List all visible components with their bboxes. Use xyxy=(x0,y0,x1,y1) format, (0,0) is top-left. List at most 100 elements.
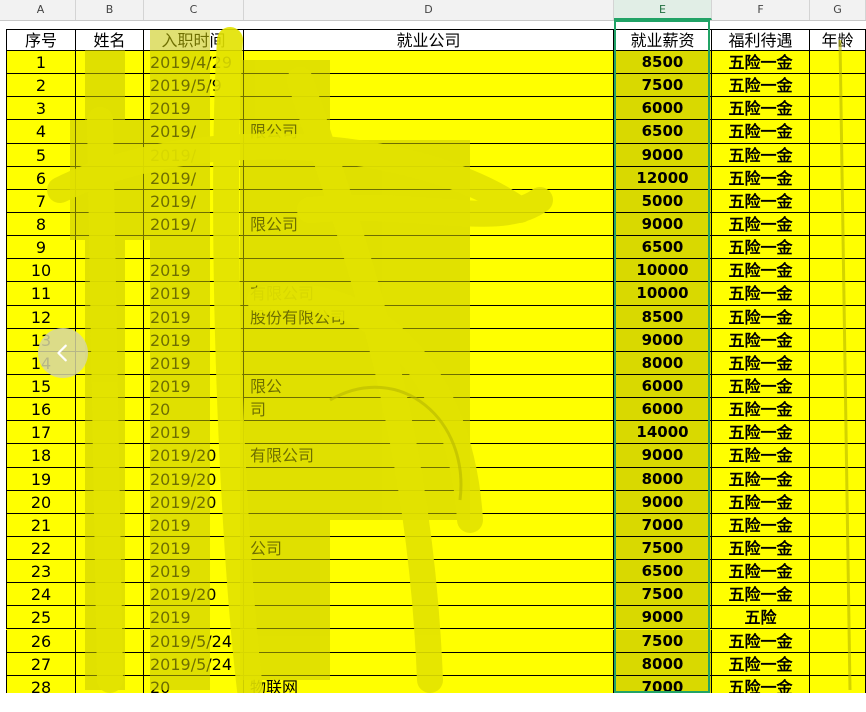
table-cell-g[interactable] xyxy=(810,374,866,399)
table-cell-d[interactable] xyxy=(244,583,614,607)
table-cell-a[interactable]: 25 xyxy=(6,606,76,630)
table-cell-e[interactable]: 8000 xyxy=(614,351,712,375)
table-cell-g[interactable] xyxy=(810,560,866,584)
table-cell-d[interactable] xyxy=(244,629,614,653)
table-cell-g[interactable] xyxy=(810,212,866,237)
column-letter-f[interactable]: F xyxy=(712,0,810,20)
table-cell-c[interactable]: 2019 xyxy=(144,560,244,584)
table-cell-c[interactable]: 2019/5/9 xyxy=(144,74,244,98)
header-cell[interactable]: 年龄 xyxy=(810,29,866,51)
table-cell-f[interactable]: 五险一金 xyxy=(712,236,810,260)
table-cell-e[interactable]: 6500 xyxy=(614,120,712,144)
table-cell-e[interactable]: 8000 xyxy=(614,467,712,491)
table-cell-d[interactable] xyxy=(244,74,614,98)
table-cell-d[interactable] xyxy=(244,97,614,121)
table-cell-f[interactable]: 五险一金 xyxy=(712,513,810,537)
table-cell-f[interactable]: 五险一金 xyxy=(712,536,810,561)
table-cell-d[interactable]: 限公司 xyxy=(244,212,614,237)
table-cell-a[interactable]: 12 xyxy=(6,305,76,329)
table-cell-f[interactable]: 五险一金 xyxy=(712,282,810,306)
table-cell-d[interactable] xyxy=(244,143,614,167)
table-cell-d[interactable] xyxy=(244,259,614,283)
table-cell-f[interactable]: 五险一金 xyxy=(712,259,810,283)
table-cell-d[interactable] xyxy=(244,189,614,213)
table-cell-c[interactable]: 2019/ xyxy=(144,143,244,167)
table-cell-b[interactable] xyxy=(76,513,144,537)
table-cell-d[interactable]: 有限公司 xyxy=(244,444,614,468)
table-cell-g[interactable] xyxy=(810,259,866,283)
table-cell-a[interactable]: 20 xyxy=(6,490,76,514)
table-cell-f[interactable]: 五险一金 xyxy=(712,143,810,167)
table-cell-g[interactable] xyxy=(810,629,866,653)
table-cell-g[interactable] xyxy=(810,351,866,375)
table-cell-b[interactable] xyxy=(76,97,144,121)
table-cell-a[interactable]: 8 xyxy=(6,212,76,237)
table-cell-g[interactable] xyxy=(810,606,866,630)
table-cell-f[interactable]: 五险一金 xyxy=(712,166,810,190)
table-cell-e[interactable]: 6500 xyxy=(614,560,712,584)
table-cell-d[interactable] xyxy=(244,351,614,375)
table-cell-a[interactable]: 5 xyxy=(6,143,76,167)
table-cell-a[interactable]: 10 xyxy=(6,259,76,283)
table-cell-f[interactable]: 五险一金 xyxy=(712,398,810,422)
header-cell[interactable]: 入职时间 xyxy=(144,29,244,51)
table-cell-d[interactable]: 有限公司 xyxy=(244,282,614,306)
table-cell-g[interactable] xyxy=(810,536,866,561)
header-cell[interactable]: 就业薪资 xyxy=(614,29,712,51)
table-cell-e[interactable]: 9000 xyxy=(614,143,712,167)
table-cell-d[interactable]: 股份有限公司 xyxy=(244,305,614,329)
table-cell-c[interactable]: 2019/ xyxy=(144,212,244,237)
table-cell-e[interactable]: 7500 xyxy=(614,74,712,98)
table-cell-e[interactable]: 8500 xyxy=(614,305,712,329)
table-cell-c[interactable]: 2019 xyxy=(144,97,244,121)
table-cell-f[interactable]: 五险 xyxy=(712,606,810,630)
table-cell-c[interactable]: 2019 xyxy=(144,374,244,399)
table-cell-a[interactable]: 2 xyxy=(6,74,76,98)
table-cell-f[interactable]: 五险一金 xyxy=(712,374,810,399)
table-cell-g[interactable] xyxy=(810,97,866,121)
table-cell-b[interactable] xyxy=(76,536,144,561)
table-cell-f[interactable]: 五险一金 xyxy=(712,305,810,329)
table-cell-f[interactable]: 五险一金 xyxy=(712,189,810,213)
table-cell-a[interactable]: 4 xyxy=(6,120,76,144)
table-cell-e[interactable]: 8500 xyxy=(614,51,712,75)
table-cell-c[interactable]: 2019/ xyxy=(144,120,244,144)
table-cell-g[interactable] xyxy=(810,652,866,676)
table-cell-c[interactable]: 2019 xyxy=(144,282,244,306)
table-cell-a[interactable]: 9 xyxy=(6,236,76,260)
table-cell-d[interactable] xyxy=(244,328,614,352)
table-cell-b[interactable] xyxy=(76,74,144,98)
column-letter-b[interactable]: B xyxy=(76,0,144,20)
table-cell-b[interactable] xyxy=(76,652,144,676)
table-cell-b[interactable] xyxy=(76,236,144,260)
table-cell-d[interactable] xyxy=(244,513,614,537)
table-cell-a[interactable]: 22 xyxy=(6,536,76,561)
table-cell-f[interactable]: 五险一金 xyxy=(712,120,810,144)
table-cell-g[interactable] xyxy=(810,166,866,190)
table-cell-g[interactable] xyxy=(810,583,866,607)
table-cell-e[interactable]: 6500 xyxy=(614,236,712,260)
table-cell-f[interactable]: 五险一金 xyxy=(712,467,810,491)
table-cell-e[interactable]: 9000 xyxy=(614,444,712,468)
column-letter-e[interactable]: E xyxy=(614,0,712,20)
table-cell-g[interactable] xyxy=(810,120,866,144)
table-cell-c[interactable]: 2019/20 xyxy=(144,583,244,607)
table-cell-c[interactable]: 2019/ xyxy=(144,189,244,213)
header-cell[interactable]: 序号 xyxy=(6,29,76,51)
table-cell-f[interactable]: 五险一金 xyxy=(712,629,810,653)
table-cell-b[interactable] xyxy=(76,606,144,630)
table-cell-a[interactable]: 21 xyxy=(6,513,76,537)
table-cell-c[interactable] xyxy=(144,236,244,260)
table-cell-d[interactable] xyxy=(244,560,614,584)
table-cell-g[interactable] xyxy=(810,398,866,422)
table-cell-b[interactable] xyxy=(76,282,144,306)
table-cell-e[interactable]: 14000 xyxy=(614,421,712,445)
table-cell-b[interactable] xyxy=(76,189,144,213)
table-cell-g[interactable] xyxy=(810,421,866,445)
table-cell-f[interactable]: 五险一金 xyxy=(712,560,810,584)
table-cell-a[interactable]: 24 xyxy=(6,583,76,607)
table-cell-e[interactable]: 10000 xyxy=(614,282,712,306)
table-cell-b[interactable] xyxy=(76,143,144,167)
previous-page-button[interactable] xyxy=(38,328,88,378)
table-cell-d[interactable] xyxy=(244,467,614,491)
